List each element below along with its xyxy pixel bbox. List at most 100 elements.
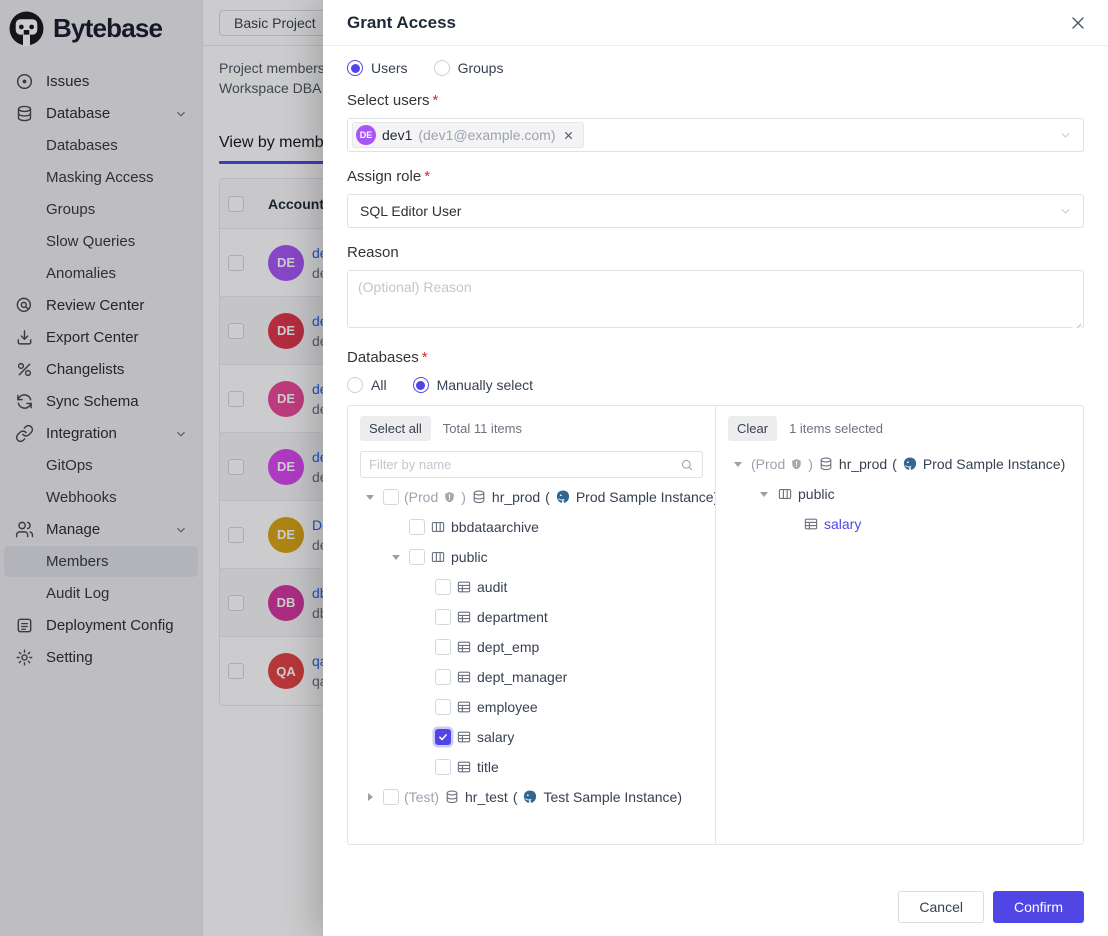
- caret-spacer: [414, 729, 430, 745]
- tag-user-email: (dev1@example.com): [418, 127, 555, 143]
- selected-node-salary[interactable]: salary: [728, 509, 1071, 539]
- schema-icon: [430, 519, 446, 535]
- tree-node-public[interactable]: public: [360, 542, 703, 572]
- picker-selected-pane: Clear 1 items selected (Prod ) hr_prod (: [716, 406, 1083, 844]
- tree-node-dept-emp[interactable]: dept_emp: [360, 632, 703, 662]
- caret-down-icon[interactable]: [388, 549, 404, 565]
- db-cylinder-icon: [471, 489, 487, 505]
- chevron-down-icon[interactable]: [1058, 204, 1073, 219]
- reason-textarea[interactable]: [347, 270, 1084, 328]
- source-tree: (Prod ) hr_prod ( Prod Sample Instance): [360, 482, 703, 812]
- caret-spacer: [782, 516, 798, 532]
- checkbox[interactable]: [383, 489, 399, 505]
- assign-role-select[interactable]: SQL Editor User: [347, 194, 1084, 228]
- tree-node-hr-test[interactable]: (Test) hr_test ( Test Sample Instance): [360, 782, 703, 812]
- avatar: DE: [356, 125, 376, 145]
- selected-count-label: 1 items selected: [789, 421, 883, 436]
- caret-spacer: [388, 519, 404, 535]
- checkbox[interactable]: [435, 669, 451, 685]
- clear-button[interactable]: Clear: [728, 416, 777, 441]
- caret-down-icon[interactable]: [730, 456, 746, 472]
- checkbox-checked[interactable]: [435, 729, 451, 745]
- caret-spacer: [414, 609, 430, 625]
- caret-right-icon[interactable]: [362, 789, 378, 805]
- tree-node-department[interactable]: department: [360, 602, 703, 632]
- radio-users[interactable]: Users: [347, 60, 408, 76]
- select-all-button[interactable]: Select all: [360, 416, 431, 441]
- tree-node-hr-prod[interactable]: (Prod ) hr_prod ( Prod Sample Instance): [360, 482, 703, 512]
- shield-icon: [790, 458, 803, 471]
- total-items-label: Total 11 items: [443, 421, 522, 436]
- selected-node-public[interactable]: public: [728, 479, 1071, 509]
- table-name-selected: salary: [824, 516, 861, 532]
- role-selected-value: SQL Editor User: [352, 203, 461, 219]
- selected-node-hr-prod[interactable]: (Prod ) hr_prod ( Prod Sample Instance): [728, 449, 1071, 479]
- database-scope-radio-group: All Manually select: [347, 377, 1084, 393]
- postgres-icon: [522, 789, 538, 805]
- table-name: dept_manager: [477, 669, 567, 685]
- radio-selected-icon: [413, 377, 429, 393]
- radio-unselected-icon: [347, 377, 363, 393]
- search-icon: [680, 458, 694, 472]
- radio-selected-icon: [347, 60, 363, 76]
- shield-icon: [443, 491, 456, 504]
- tree-node-dept-manager[interactable]: dept_manager: [360, 662, 703, 692]
- filter-input-wrap: [360, 451, 703, 478]
- radio-groups[interactable]: Groups: [434, 60, 504, 76]
- radio-groups-label: Groups: [458, 60, 504, 76]
- table-icon: [456, 759, 472, 775]
- db-cylinder-icon: [818, 456, 834, 472]
- selected-user-tag: DE dev1 (dev1@example.com): [352, 122, 584, 148]
- tree-node-salary[interactable]: salary: [360, 722, 703, 752]
- paren: (: [545, 489, 550, 505]
- postgres-icon: [555, 489, 571, 505]
- checkbox[interactable]: [383, 789, 399, 805]
- paren: (: [892, 456, 897, 472]
- checkbox[interactable]: [435, 609, 451, 625]
- radio-unselected-icon: [434, 60, 450, 76]
- schema-icon: [777, 486, 793, 502]
- postgres-icon: [902, 456, 918, 472]
- chevron-down-icon[interactable]: [1058, 128, 1073, 143]
- schema-name: bbdataarchive: [451, 519, 539, 535]
- checkbox[interactable]: [435, 699, 451, 715]
- radio-manual-label: Manually select: [437, 377, 534, 393]
- checkbox[interactable]: [435, 579, 451, 595]
- picker-source-pane: Select all Total 11 items (Prod: [348, 406, 716, 844]
- close-icon[interactable]: [1068, 13, 1088, 33]
- tree-node-employee[interactable]: employee: [360, 692, 703, 722]
- table-icon: [456, 669, 472, 685]
- caret-down-icon[interactable]: [756, 486, 772, 502]
- grant-access-modal: Grant Access Users Groups Select users* …: [323, 0, 1108, 936]
- caret-spacer: [414, 639, 430, 655]
- checkbox[interactable]: [435, 639, 451, 655]
- checkbox[interactable]: [409, 549, 425, 565]
- tree-node-bbdataarchive[interactable]: bbdataarchive: [360, 512, 703, 542]
- checkbox[interactable]: [435, 759, 451, 775]
- filter-input[interactable]: [369, 457, 680, 472]
- caret-down-icon[interactable]: [362, 489, 378, 505]
- tree-node-title[interactable]: title: [360, 752, 703, 782]
- app-screen: Bytebase Issues Database Databases Maski…: [0, 0, 1108, 936]
- confirm-button[interactable]: Confirm: [993, 891, 1084, 923]
- database-name: hr_prod: [492, 489, 540, 505]
- cancel-button[interactable]: Cancel: [898, 891, 984, 923]
- required-mark: *: [424, 168, 430, 185]
- env-label: (Prod: [404, 489, 438, 505]
- env-label: (Prod: [751, 456, 785, 472]
- table-name: dept_emp: [477, 639, 539, 655]
- tree-node-audit[interactable]: audit: [360, 572, 703, 602]
- radio-manually-select[interactable]: Manually select: [413, 377, 534, 393]
- database-name: hr_prod: [839, 456, 887, 472]
- instance-name: Test Sample Instance): [543, 789, 682, 805]
- reason-label: Reason: [347, 244, 1084, 261]
- remove-tag-icon[interactable]: [562, 129, 575, 142]
- modal-title: Grant Access: [347, 13, 456, 33]
- select-users-input[interactable]: DE dev1 (dev1@example.com): [347, 118, 1084, 152]
- schema-icon: [430, 549, 446, 565]
- radio-all-databases[interactable]: All: [347, 377, 387, 393]
- database-name: hr_test: [465, 789, 508, 805]
- radio-all-label: All: [371, 377, 387, 393]
- checkbox[interactable]: [409, 519, 425, 535]
- schema-name: public: [798, 486, 835, 502]
